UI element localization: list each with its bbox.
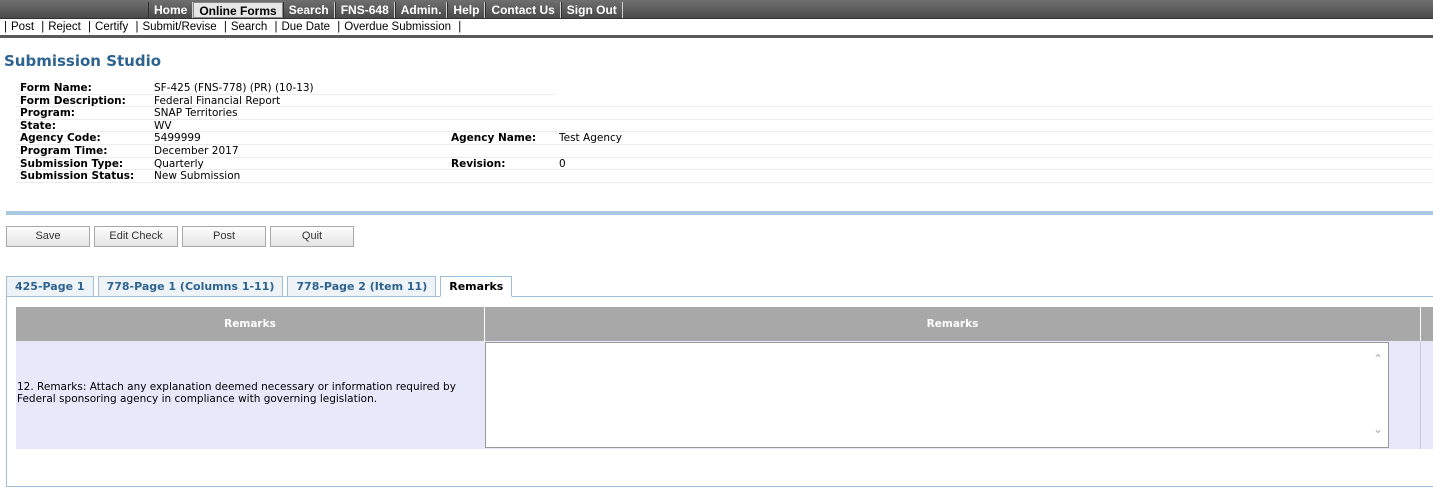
column-divider (1420, 341, 1421, 449)
separator: | (274, 21, 278, 33)
remarks-row-label: 12. Remarks: Attach any explanation deem… (17, 381, 456, 405)
program-time-value: December 2017 (154, 144, 239, 157)
agency-code-value: 5499999 (154, 132, 201, 145)
revision-label: Revision: (451, 157, 506, 170)
sub-nav: | Post | Reject | Certify | Submit/Revise | S… (0, 19, 1433, 38)
subnav-post[interactable]: Post (11, 21, 34, 33)
form-name-label: Form Name: (20, 82, 92, 94)
info-row-form-desc: Form Description: Federal Financial Repo… (16, 95, 1433, 108)
form-name-value: SF-425 (FNS-778) (PR) (10-13) (154, 82, 314, 94)
subnav-due-date[interactable]: Due Date (281, 21, 330, 33)
nav-sign-out[interactable]: Sign Out (560, 2, 623, 18)
save-button[interactable]: Save (6, 226, 90, 247)
page-title: Submission Studio (4, 52, 162, 70)
form-tabs: 425-Page 1 778-Page 1 (Columns 1-11) 778… (6, 276, 513, 297)
revision-value: 0 (559, 157, 566, 170)
subnav-reject[interactable]: Reject (48, 21, 81, 33)
agency-name-value: Test Agency (559, 132, 622, 145)
submission-status-label: Submission Status: (20, 170, 135, 183)
program-time-label: Program Time: (20, 144, 108, 157)
nav-online-forms[interactable]: Online Forms (193, 2, 283, 18)
separator: | (135, 21, 139, 33)
scroll-up-icon[interactable]: ⌃ (1373, 352, 1383, 366)
submission-status-value: New Submission (154, 170, 241, 183)
separator: | (458, 21, 462, 33)
separator: | (223, 21, 227, 33)
nav-search[interactable]: Search (282, 2, 335, 18)
info-row-state: State: WV (16, 120, 1433, 133)
info-row-program: Program: SNAP Territories (16, 107, 1433, 120)
separator: | (4, 21, 7, 33)
nav-contact-us[interactable]: Contact Us (485, 2, 561, 18)
agency-code-label: Agency Code: (20, 132, 101, 145)
program-value: SNAP Territories (154, 107, 238, 120)
quit-button[interactable]: Quit (270, 226, 354, 247)
column-header-remarks-value: Remarks (485, 307, 1420, 341)
tab-778-page-1[interactable]: 778-Page 1 (Columns 1-11) (97, 276, 284, 297)
info-row-program-time: Program Time: December 2017 (16, 145, 1433, 158)
remarks-textarea[interactable] (485, 342, 1389, 448)
column-header-remarks-label: Remarks (16, 307, 484, 341)
section-divider (6, 211, 1433, 215)
tab-425-page-1[interactable]: 425-Page 1 (6, 276, 94, 297)
program-label: Program: (20, 107, 76, 120)
separator: | (41, 21, 45, 33)
info-row-submission-type: Submission Type: Quarterly Revision: 0 (16, 158, 1433, 171)
subnav-search[interactable]: Search (231, 21, 267, 33)
form-desc-label: Form Description: (20, 94, 126, 107)
agency-name-label: Agency Name: (451, 132, 537, 145)
subnav-overdue-submission[interactable]: Overdue Submission (344, 21, 451, 33)
nav-fns-648[interactable]: FNS-648 (334, 2, 395, 18)
form-desc-value: Federal Financial Report (154, 94, 281, 107)
submission-info: Form Name: SF-425 (FNS-778) (PR) (10-13)… (16, 82, 1433, 183)
state-value: WV (154, 119, 172, 132)
tab-778-page-2[interactable]: 778-Page 2 (Item 11) (287, 276, 437, 297)
edit-check-button[interactable]: Edit Check (94, 226, 178, 247)
action-buttons: Save Edit Check Post Quit (6, 226, 354, 247)
top-nav-items: Home Online Forms Search FNS-648 Admin. … (148, 2, 623, 18)
nav-home[interactable]: Home (148, 2, 194, 18)
nav-admin[interactable]: Admin. (394, 2, 448, 18)
subnav-certify[interactable]: Certify (95, 21, 128, 33)
scroll-down-icon[interactable]: ⌄ (1373, 422, 1383, 436)
state-label: State: (20, 119, 57, 132)
separator: | (88, 21, 92, 33)
top-nav: Home Online Forms Search FNS-648 Admin. … (0, 0, 1433, 19)
info-row-form-name: Form Name: SF-425 (FNS-778) (PR) (10-13) (16, 82, 556, 95)
info-row-agency: Agency Code: 5499999 Agency Name: Test A… (16, 132, 1433, 145)
submission-type-label: Submission Type: (20, 157, 124, 170)
nav-help[interactable]: Help (447, 2, 486, 18)
tab-remarks[interactable]: Remarks (440, 276, 513, 297)
subnav-submit-revise[interactable]: Submit/Revise (142, 21, 216, 33)
post-button[interactable]: Post (182, 226, 266, 247)
info-row-submission-status: Submission Status: New Submission (16, 170, 1433, 183)
submission-type-value: Quarterly (154, 157, 204, 170)
separator: | (337, 21, 341, 33)
column-header-spacer (1421, 307, 1433, 341)
